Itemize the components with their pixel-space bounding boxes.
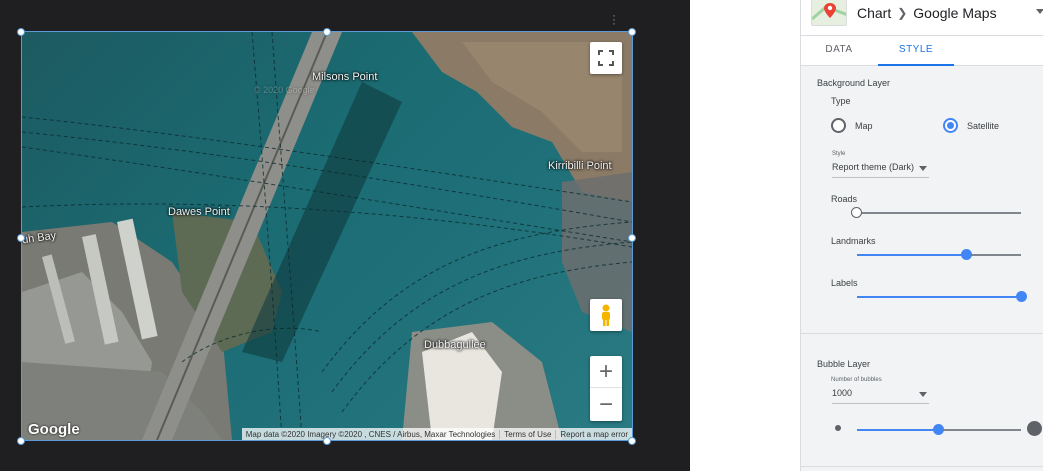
bubble-layer-title: Bubble Layer bbox=[817, 359, 871, 369]
properties-panel: Chart ❯ Google Maps DATA STYLE Backgroun… bbox=[800, 0, 1043, 471]
style-label: Style bbox=[832, 151, 846, 157]
section-divider bbox=[801, 466, 1043, 467]
style-select[interactable]: Report theme (Dark) bbox=[832, 162, 929, 178]
breadcrumb-current[interactable]: Google Maps bbox=[913, 5, 996, 21]
bubble-size-slider-fill bbox=[857, 429, 938, 431]
labels-slider-fill[interactable] bbox=[857, 296, 1021, 298]
style-select-value: Report theme (Dark) bbox=[832, 162, 915, 172]
number-of-bubbles-value: 1000 bbox=[832, 388, 853, 398]
zoom-in-button[interactable]: + bbox=[590, 356, 622, 388]
label-dubbagullee: Dubbagullee bbox=[424, 339, 486, 351]
zoom-out-button[interactable]: − bbox=[590, 388, 622, 421]
panel-header: Chart ❯ Google Maps bbox=[801, 0, 1043, 36]
labels-label: Labels bbox=[831, 278, 858, 288]
zoom-control: + − bbox=[590, 356, 622, 421]
fullscreen-icon bbox=[598, 50, 614, 66]
landmarks-slider-fill bbox=[857, 254, 966, 256]
panel-tabs: DATA STYLE bbox=[801, 36, 1043, 66]
section-divider bbox=[801, 333, 1043, 334]
resize-handle-left[interactable] bbox=[17, 234, 25, 242]
terms-of-use-link[interactable]: Terms of Use bbox=[500, 429, 557, 439]
chevron-down-icon[interactable] bbox=[1036, 9, 1043, 14]
landmarks-label: Landmarks bbox=[831, 236, 876, 246]
satellite-imagery bbox=[22, 32, 632, 440]
resize-handle-top-right[interactable] bbox=[628, 28, 636, 36]
type-label: Type bbox=[831, 96, 851, 106]
label-milsons-point: Milsons Point bbox=[312, 71, 378, 83]
bubble-size-slider-thumb[interactable] bbox=[933, 424, 944, 435]
number-of-bubbles-select[interactable]: 1000 bbox=[832, 388, 929, 404]
resize-handle-bottom[interactable] bbox=[323, 437, 331, 445]
map-watermark: © 2020 Google bbox=[254, 85, 315, 95]
resize-handle-top-left[interactable] bbox=[17, 28, 25, 36]
resize-handle-bottom-right[interactable] bbox=[628, 437, 636, 445]
google-logo: Google bbox=[28, 421, 80, 438]
breadcrumb: Chart ❯ Google Maps bbox=[857, 5, 997, 21]
label-dawes-point: Dawes Point bbox=[168, 206, 230, 218]
roads-slider-track[interactable] bbox=[857, 212, 1021, 214]
tab-data[interactable]: DATA bbox=[811, 36, 867, 66]
attribution-map-data: Map data ©2020 Imagery ©2020 , CNES / Ai… bbox=[242, 429, 501, 439]
pegman-icon bbox=[602, 304, 610, 326]
resize-handle-bottom-left[interactable] bbox=[17, 437, 25, 445]
report-canvas: · · · © 2020 Google Milsons Point Kirrib… bbox=[0, 0, 690, 471]
street-view-pegman-button[interactable] bbox=[590, 299, 622, 331]
fullscreen-button[interactable] bbox=[590, 42, 622, 74]
labels-slider-thumb[interactable] bbox=[1016, 291, 1027, 302]
label-kirribilli-point: Kirribilli Point bbox=[548, 160, 612, 172]
more-options-icon[interactable]: · · · bbox=[612, 9, 616, 29]
google-map[interactable]: © 2020 Google Milsons Point Kirribilli P… bbox=[22, 32, 632, 440]
breadcrumb-root[interactable]: Chart bbox=[857, 5, 891, 21]
chevron-down-icon bbox=[919, 392, 927, 397]
google-maps-chart-icon bbox=[811, 0, 847, 26]
chevron-down-icon bbox=[919, 166, 927, 171]
landmarks-slider-thumb[interactable] bbox=[961, 249, 972, 260]
resize-handle-right[interactable] bbox=[628, 234, 636, 242]
tab-style[interactable]: STYLE bbox=[878, 36, 954, 66]
radio-map-label[interactable]: Map bbox=[855, 121, 873, 131]
large-bubble-icon bbox=[1027, 421, 1042, 436]
small-bubble-icon bbox=[835, 425, 841, 431]
radio-map[interactable] bbox=[831, 118, 846, 133]
number-of-bubbles-label: Number of bubbles bbox=[831, 377, 882, 383]
resize-handle-top[interactable] bbox=[323, 28, 331, 36]
radio-satellite[interactable] bbox=[943, 118, 958, 133]
background-layer-title: Background Layer bbox=[817, 78, 891, 88]
report-map-error-link[interactable]: Report a map error bbox=[556, 430, 632, 439]
radio-satellite-label[interactable]: Satellite bbox=[967, 121, 999, 131]
roads-label: Roads bbox=[831, 194, 858, 204]
chevron-right-icon: ❯ bbox=[897, 6, 908, 20]
map-attribution: Map data ©2020 Imagery ©2020 , CNES / Ai… bbox=[241, 428, 632, 440]
roads-slider-thumb[interactable] bbox=[851, 207, 862, 218]
canvas-margin bbox=[690, 0, 800, 471]
